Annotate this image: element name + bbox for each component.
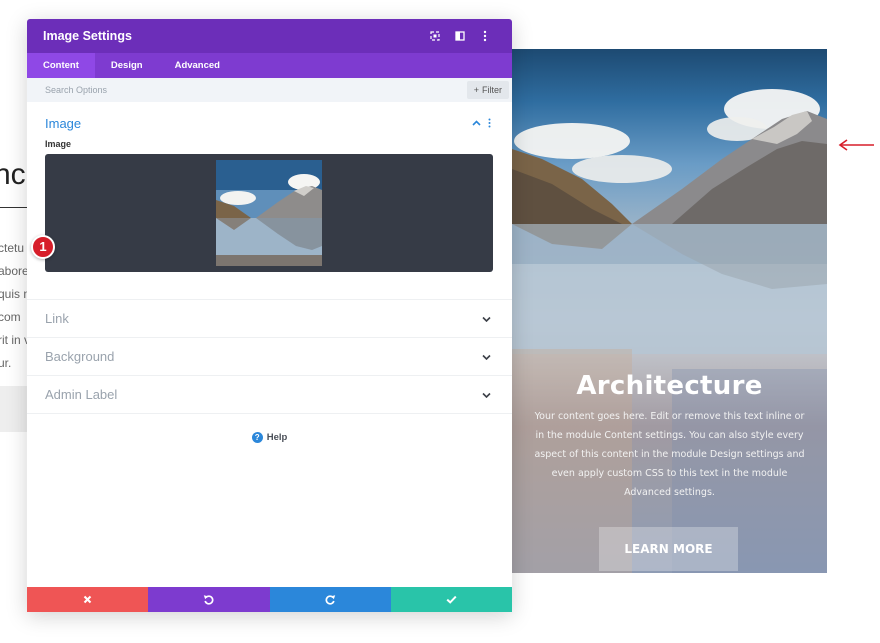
redo-icon — [325, 595, 335, 605]
image-upload-field[interactable] — [45, 154, 493, 272]
chevron-down-icon[interactable] — [478, 387, 494, 403]
help-icon: ? — [251, 432, 263, 443]
background-text-line: ctetu — [0, 241, 25, 255]
hero-body-text: Your content goes here. Edit or remove t… — [534, 411, 805, 498]
plus-icon: + — [473, 85, 479, 95]
background-heading-fragment: nc — [0, 158, 26, 191]
modal-title: Image Settings — [43, 29, 132, 43]
chevron-down-icon[interactable] — [478, 311, 494, 327]
arrow-left-icon — [838, 139, 874, 151]
section-admin-label-title: Admin Label — [45, 387, 118, 402]
background-text-line: com — [0, 310, 21, 324]
background-text-line: abore — [0, 264, 28, 278]
learn-more-button[interactable]: LEARN MORE — [599, 527, 738, 571]
chevron-down-icon[interactable] — [478, 349, 494, 365]
more-vertical-icon[interactable] — [474, 25, 496, 47]
background-text-line: rit in v — [0, 333, 28, 347]
chevron-up-icon[interactable] — [468, 115, 484, 131]
background-divider — [0, 207, 28, 208]
filter-button[interactable]: + Filter — [466, 81, 509, 99]
section-admin-label[interactable]: Admin Label — [27, 376, 512, 414]
section-more-icon[interactable] — [484, 115, 494, 131]
tab-advanced[interactable]: Advanced — [159, 53, 236, 78]
help-link[interactable]: ? Help — [27, 432, 512, 443]
tab-content[interactable]: Content — [27, 53, 95, 78]
screen: nc ctetu abore quis n com rit in v ur. — [0, 0, 880, 643]
image-field-label: Image — [45, 139, 72, 149]
section-link[interactable]: Link — [27, 300, 512, 338]
filter-label: Filter — [482, 85, 502, 95]
columns-icon[interactable] — [449, 25, 471, 47]
cancel-button[interactable] — [27, 587, 149, 612]
save-button[interactable] — [390, 587, 512, 612]
section-image-header[interactable]: Image — [45, 114, 494, 132]
tab-design[interactable]: Design — [95, 53, 159, 78]
modal-footer — [27, 587, 512, 612]
redo-button[interactable] — [269, 587, 391, 612]
section-link-title: Link — [45, 311, 69, 326]
image-settings-modal: Image Settings Content Design Advanced +… — [27, 19, 512, 612]
background-text-block: ctetu abore quis n com rit in v ur. — [0, 240, 28, 378]
undo-button[interactable] — [148, 587, 270, 612]
section-background[interactable]: Background — [27, 338, 512, 376]
undo-icon — [204, 595, 214, 605]
search-options-input[interactable] — [45, 85, 345, 95]
check-icon — [446, 595, 457, 604]
background-text-line: quis n — [0, 287, 28, 301]
step-badge: 1 — [31, 235, 55, 259]
section-background-title: Background — [45, 349, 115, 364]
hero-title: Architecture — [576, 371, 763, 401]
search-bar: + Filter — [27, 78, 512, 102]
section-image: Image Image 1 — [27, 102, 512, 300]
close-icon — [83, 595, 92, 604]
modal-header: Image Settings — [27, 19, 512, 53]
background-button-fragment — [0, 386, 28, 432]
background-text-line: ur. — [0, 356, 12, 370]
image-thumbnail — [216, 160, 322, 266]
settings-tabs: Content Design Advanced — [27, 53, 512, 78]
section-image-title: Image — [45, 115, 82, 131]
help-label: Help — [266, 432, 288, 443]
expand-icon[interactable] — [424, 25, 446, 47]
hero-image-card[interactable]: Architecture Your content goes here. Edi… — [512, 49, 827, 573]
